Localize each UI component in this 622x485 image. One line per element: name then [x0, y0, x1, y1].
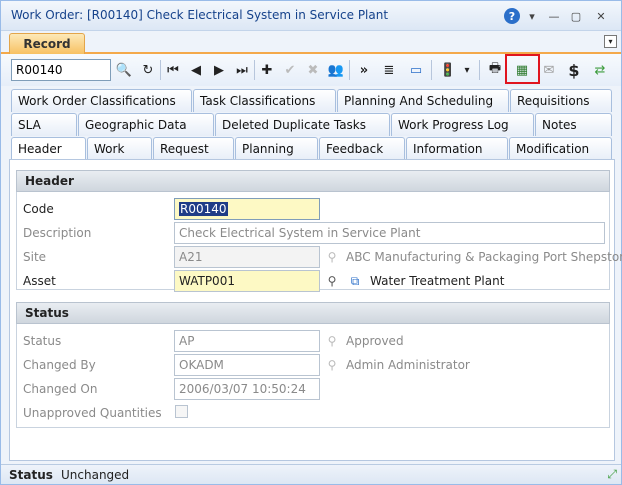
tab-work[interactable]: Work — [87, 137, 152, 160]
changed-on-label: Changed On — [23, 382, 98, 396]
next-record-icon[interactable]: ▶ — [209, 60, 229, 80]
code-label: Code — [23, 202, 54, 216]
toolbar-separator — [160, 60, 161, 80]
changed-on-field[interactable]: 2006/03/07 10:50:24 — [174, 378, 320, 400]
asset-name: Water Treatment Plant — [370, 274, 505, 288]
print-icon[interactable]: 🖶 — [485, 60, 505, 80]
traffic-light-dropdown-icon[interactable]: ▾ — [457, 60, 477, 80]
toolbar-separator — [431, 60, 432, 80]
window-icon[interactable]: ▭ — [406, 60, 426, 80]
mail-icon[interactable]: ✉ — [539, 60, 559, 80]
tab-planning[interactable]: Planning — [235, 137, 318, 160]
toolbar-separator — [254, 60, 255, 80]
site-lookup-icon[interactable]: ⚲ — [324, 249, 340, 265]
toolbar-separator — [349, 60, 350, 80]
asset-hierarchy-icon[interactable]: ⧉ — [347, 273, 363, 289]
tab-row-1: Work Order Classifications Task Classifi… — [1, 89, 621, 113]
changed-by-lookup-icon[interactable]: ⚲ — [324, 357, 340, 373]
refresh-icon[interactable]: ↻ — [138, 60, 158, 80]
code-field[interactable]: R00140 — [174, 198, 320, 220]
tab-work-progress-log[interactable]: Work Progress Log — [391, 113, 534, 136]
tab-row-2: SLA Geographic Data Deleted Duplicate Ta… — [1, 113, 621, 137]
help-icon[interactable]: ? — [504, 8, 520, 24]
status-label: Status — [23, 334, 62, 348]
record-code-input[interactable] — [11, 59, 111, 81]
confirm-icon[interactable]: ✔ — [280, 60, 300, 80]
tab-deleted-duplicate-tasks[interactable]: Deleted Duplicate Tasks — [215, 113, 390, 136]
asset-lookup-icon[interactable]: ⚲ — [324, 273, 340, 289]
title-bar: Work Order: [R00140] Check Electrical Sy… — [1, 1, 621, 31]
toolbar-separator — [479, 60, 480, 80]
cancel-icon[interactable]: ✖ — [303, 60, 323, 80]
tab-work-order-classifications[interactable]: Work Order Classifications — [11, 89, 192, 112]
changed-by-label: Changed By — [23, 358, 96, 372]
more-icon[interactable]: » — [354, 60, 374, 80]
menu-dropdown-icon[interactable]: ▾ — [524, 8, 540, 24]
list-icon[interactable]: ≣ — [379, 60, 399, 80]
asset-field[interactable]: WATP001 — [174, 270, 320, 292]
search-icon[interactable]: 🔍 — [114, 60, 134, 80]
tab-requisitions[interactable]: Requisitions — [510, 89, 612, 112]
status-bar-value: Unchanged — [61, 468, 130, 482]
export-icon[interactable]: ⇄ — [590, 60, 610, 80]
calendar-highlight-box — [505, 54, 540, 84]
status-field[interactable]: AP — [174, 330, 320, 352]
first-record-icon[interactable]: ⏮ — [163, 60, 183, 80]
record-tab-bar: Record ▾ — [1, 31, 621, 54]
unapproved-quantities-checkbox[interactable] — [175, 405, 188, 418]
traffic-light-icon[interactable]: 🚦 — [438, 60, 458, 80]
tab-task-classifications[interactable]: Task Classifications — [193, 89, 336, 112]
status-group-title: Status — [16, 302, 610, 324]
tab-row-3: Header Work Request Planning Feedback In… — [1, 137, 621, 162]
work-order-window: Work Order: [R00140] Check Electrical Sy… — [0, 0, 622, 485]
dollar-icon[interactable]: $ — [564, 60, 584, 80]
tab-sla[interactable]: SLA — [11, 113, 77, 136]
description-label: Description — [23, 226, 92, 240]
description-field[interactable]: Check Electrical System in Service Plant — [174, 222, 605, 244]
collapse-icon[interactable]: ▾ — [604, 35, 617, 48]
code-value: R00140 — [179, 202, 228, 216]
close-icon[interactable]: ✕ — [593, 8, 609, 24]
record-tab[interactable]: Record — [9, 33, 85, 54]
unapproved-quantities-label: Unapproved Quantities — [23, 406, 162, 420]
tab-request[interactable]: Request — [153, 137, 234, 160]
status-bar-label: Status — [9, 468, 53, 482]
header-tab-panel: Header Code R00140 Description Check Ele… — [9, 159, 622, 461]
site-label: Site — [23, 250, 47, 264]
tab-information[interactable]: Information — [406, 137, 508, 160]
tab-modification[interactable]: Modification — [509, 137, 612, 160]
site-field[interactable]: A21 — [174, 246, 320, 268]
maximize-icon[interactable]: ▢ — [568, 8, 584, 24]
tab-notes[interactable]: Notes — [535, 113, 612, 136]
changed-by-field[interactable]: OKADM — [174, 354, 320, 376]
last-record-icon[interactable]: ⏭ — [232, 60, 252, 80]
asset-label: Asset — [23, 274, 56, 288]
resize-icon[interactable]: ⤢ — [607, 467, 617, 482]
status-bar: Status Unchanged ⤢ — [1, 464, 621, 484]
header-group-title: Header — [16, 170, 610, 192]
site-name: ABC Manufacturing & Packaging Port Sheps… — [346, 250, 622, 264]
people-icon[interactable]: 👥 — [326, 60, 346, 80]
previous-record-icon[interactable]: ◀ — [186, 60, 206, 80]
window-title: Work Order: [R00140] Check Electrical Sy… — [11, 8, 389, 22]
status-name: Approved — [346, 334, 404, 348]
add-icon[interactable]: ✚ — [257, 60, 277, 80]
tab-feedback[interactable]: Feedback — [319, 137, 405, 160]
status-lookup-icon[interactable]: ⚲ — [324, 333, 340, 349]
tab-geographic-data[interactable]: Geographic Data — [78, 113, 214, 136]
changed-by-name: Admin Administrator — [346, 358, 470, 372]
minimize-icon[interactable]: — — [546, 8, 562, 24]
tab-planning-and-scheduling[interactable]: Planning And Scheduling — [337, 89, 509, 112]
